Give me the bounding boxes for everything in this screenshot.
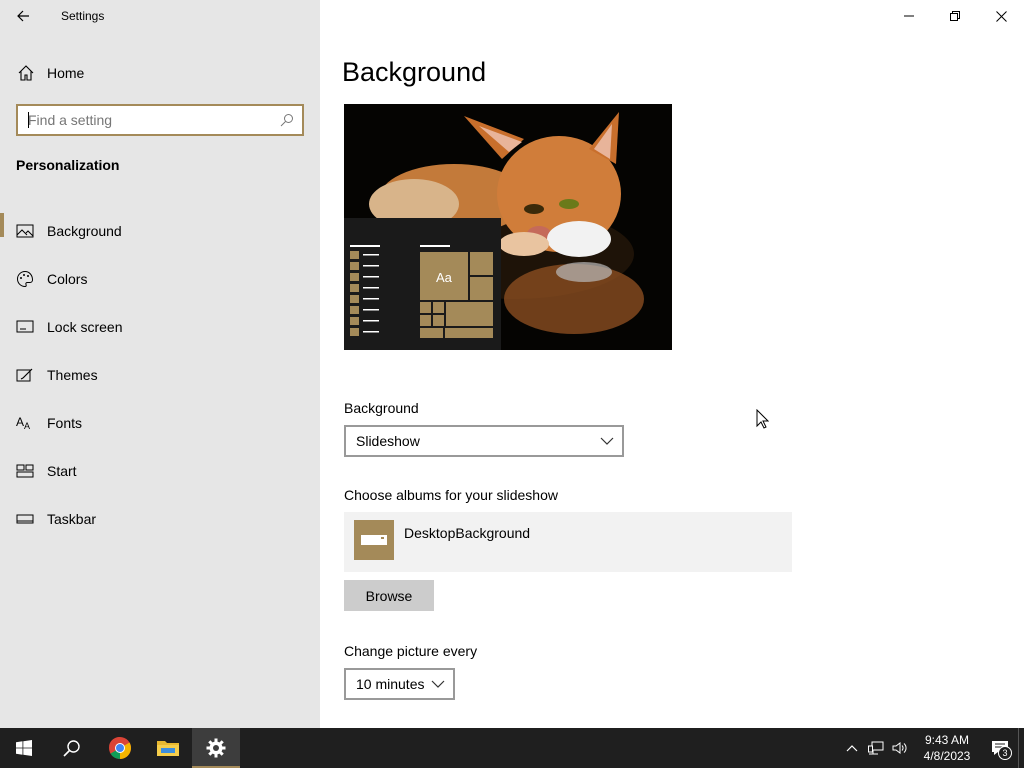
sidebar-item-start[interactable]: Start [0, 447, 320, 495]
sidebar-item-label: Start [47, 463, 77, 479]
themes-icon [16, 366, 34, 384]
clock-time: 9:43 AM [924, 733, 970, 747]
file-explorer-taskbar-button[interactable] [144, 728, 192, 768]
personalization-nav: Background Colors Lock screen Themes AA … [0, 207, 320, 543]
section-title: Personalization [16, 157, 120, 173]
change-picture-dropdown[interactable]: 10 minutes [344, 668, 455, 700]
fonts-icon: AA [16, 414, 34, 432]
clock[interactable]: 9:43 AM 4/8/2023 [916, 732, 978, 764]
sidebar-item-colors[interactable]: Colors [0, 255, 320, 303]
sidebar-item-taskbar[interactable]: Taskbar [0, 495, 320, 543]
chevron-down-icon [431, 680, 445, 688]
album-item[interactable]: DesktopBackground [344, 512, 792, 572]
system-tray: 9:43 AM 4/8/2023 3 [840, 728, 1024, 768]
speaker-icon [892, 742, 907, 754]
sidebar-item-background[interactable]: Background [0, 207, 320, 255]
background-type-dropdown[interactable]: Slideshow [344, 425, 624, 457]
main-content: Background Aa Background Slideshow Choos… [342, 0, 1002, 728]
clock-date: 4/8/2023 [923, 749, 971, 763]
chrome-icon [109, 736, 131, 759]
home-icon [16, 63, 36, 83]
show-hidden-icons-button[interactable] [840, 728, 864, 768]
lock-screen-icon [16, 318, 34, 336]
albums-label: Choose albums for your slideshow [344, 487, 558, 503]
taskbar-icon [16, 510, 34, 528]
background-type-label: Background [344, 400, 419, 416]
show-desktop-button[interactable] [1018, 728, 1024, 768]
page-title: Background [342, 57, 487, 87]
back-arrow-icon [17, 10, 29, 22]
search-input[interactable] [28, 112, 280, 128]
sidebar-item-themes[interactable]: Themes [0, 351, 320, 399]
title-bar: Settings [0, 0, 320, 32]
folder-icon [157, 741, 179, 756]
search-icon [63, 740, 80, 757]
start-icon [16, 462, 34, 480]
browse-button[interactable]: Browse [344, 580, 434, 611]
search-taskbar-button[interactable] [48, 728, 96, 768]
network-icon [868, 741, 884, 755]
settings-taskbar-button[interactable] [192, 728, 240, 768]
background-type-value: Slideshow [356, 433, 420, 449]
home-label: Home [47, 65, 85, 81]
chevron-up-icon [846, 745, 858, 752]
volume-button[interactable] [888, 728, 912, 768]
back-button[interactable] [0, 0, 46, 32]
palette-icon [16, 270, 34, 288]
notification-count-badge: 3 [998, 746, 1012, 760]
sidebar-item-label: Background [47, 223, 122, 239]
preview-tile-text: Aa [436, 270, 452, 285]
search-icon[interactable] [280, 113, 294, 127]
sidebar-item-label: Fonts [47, 415, 83, 431]
sidebar: Settings Home Personalization Background… [0, 0, 320, 728]
album-name: DesktopBackground [404, 525, 531, 541]
taskbar: 9:43 AM 4/8/2023 3 [0, 728, 1024, 768]
windows-logo-icon [16, 740, 32, 756]
sidebar-item-label: Taskbar [47, 511, 97, 527]
cat-wallpaper-image [344, 104, 672, 350]
folder-icon [354, 520, 394, 560]
mouse-cursor-icon [756, 409, 769, 429]
change-picture-value: 10 minutes [356, 676, 425, 692]
start-button[interactable] [0, 728, 48, 768]
picture-icon [16, 222, 34, 240]
search-box[interactable] [16, 104, 304, 136]
network-button[interactable] [864, 728, 888, 768]
change-picture-label: Change picture every [344, 643, 478, 659]
sidebar-item-lock-screen[interactable]: Lock screen [0, 303, 320, 351]
sidebar-item-label: Colors [47, 271, 88, 287]
svg-text:A: A [16, 415, 24, 429]
home-nav-item[interactable]: Home [0, 55, 320, 91]
sidebar-item-label: Lock screen [47, 319, 123, 335]
gear-icon [206, 738, 226, 758]
chevron-down-icon [600, 437, 614, 445]
app-title: Settings [61, 9, 105, 23]
chrome-taskbar-button[interactable] [96, 728, 144, 768]
action-center-button[interactable]: 3 [982, 728, 1018, 768]
background-preview: Aa [344, 104, 672, 350]
svg-text:A: A [24, 421, 30, 431]
sidebar-item-fonts[interactable]: AA Fonts [0, 399, 320, 447]
sidebar-item-label: Themes [47, 367, 98, 383]
text-caret [28, 112, 29, 128]
